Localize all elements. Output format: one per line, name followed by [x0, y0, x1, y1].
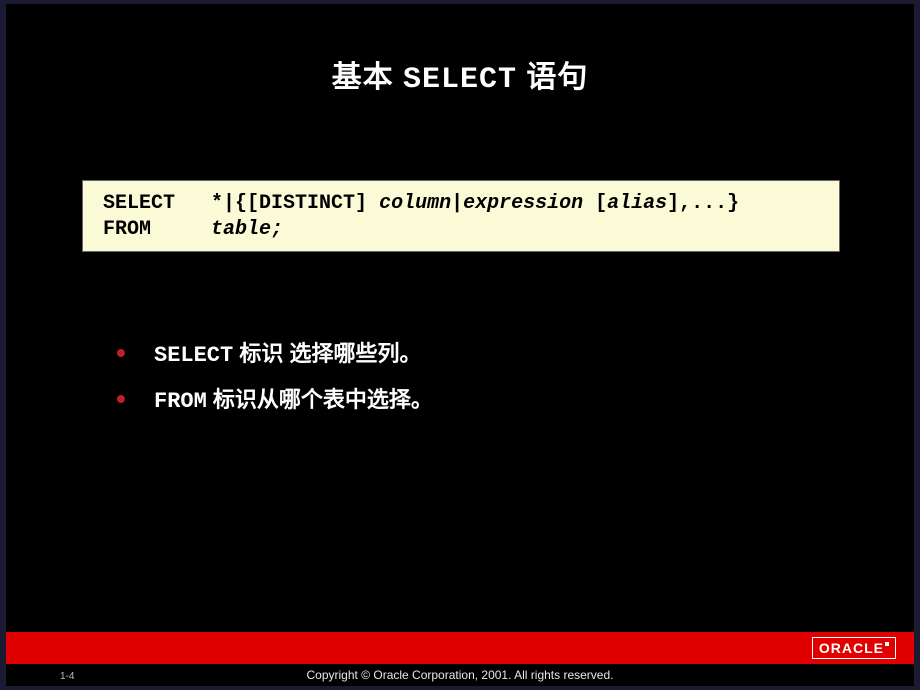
code-literal: ],...}	[667, 192, 739, 215]
oracle-logo: ORACLE	[812, 637, 896, 659]
code-literal: *|{[DISTINCT]	[211, 192, 379, 215]
copyright-text: Copyright © Oracle Corporation, 2001. Al…	[6, 668, 914, 682]
list-item: FROM 标识从哪个表中选择。	[116, 378, 433, 424]
syntax-code-box: SELECT *|{[DISTINCT] column|expression […	[82, 180, 840, 252]
code-column: column	[379, 192, 451, 215]
bullet-text: 标识 选择哪些列。	[233, 341, 421, 366]
code-alias: alias	[607, 192, 667, 215]
title-suffix: 语句	[517, 61, 588, 94]
bullet-text: 标识从哪个表中选择。	[207, 387, 433, 412]
slide-title: 基本 SELECT 语句	[6, 4, 914, 97]
code-select-kw: SELECT	[103, 192, 175, 215]
code-expression: expression	[463, 192, 583, 215]
title-prefix: 基本	[332, 61, 403, 94]
code-literal: [	[583, 192, 607, 215]
code-table: table;	[211, 218, 283, 241]
code-pad	[175, 192, 211, 215]
bullet-keyword: FROM	[154, 389, 207, 414]
slide: 基本 SELECT 语句 SELECT *|{[DISTINCT] column…	[6, 4, 914, 686]
bullet-list: SELECT 标识 选择哪些列。 FROM 标识从哪个表中选择。	[116, 332, 433, 424]
logo-dot-icon	[885, 642, 889, 646]
bullet-keyword: SELECT	[154, 343, 233, 368]
code-from-kw: FROM	[103, 218, 151, 241]
logo-text: ORACLE	[819, 640, 884, 656]
code-literal: |	[451, 192, 463, 215]
list-item: SELECT 标识 选择哪些列。	[116, 332, 433, 378]
footer-red-band	[6, 632, 914, 664]
code-pad	[151, 218, 211, 241]
title-keyword: SELECT	[403, 63, 517, 97]
